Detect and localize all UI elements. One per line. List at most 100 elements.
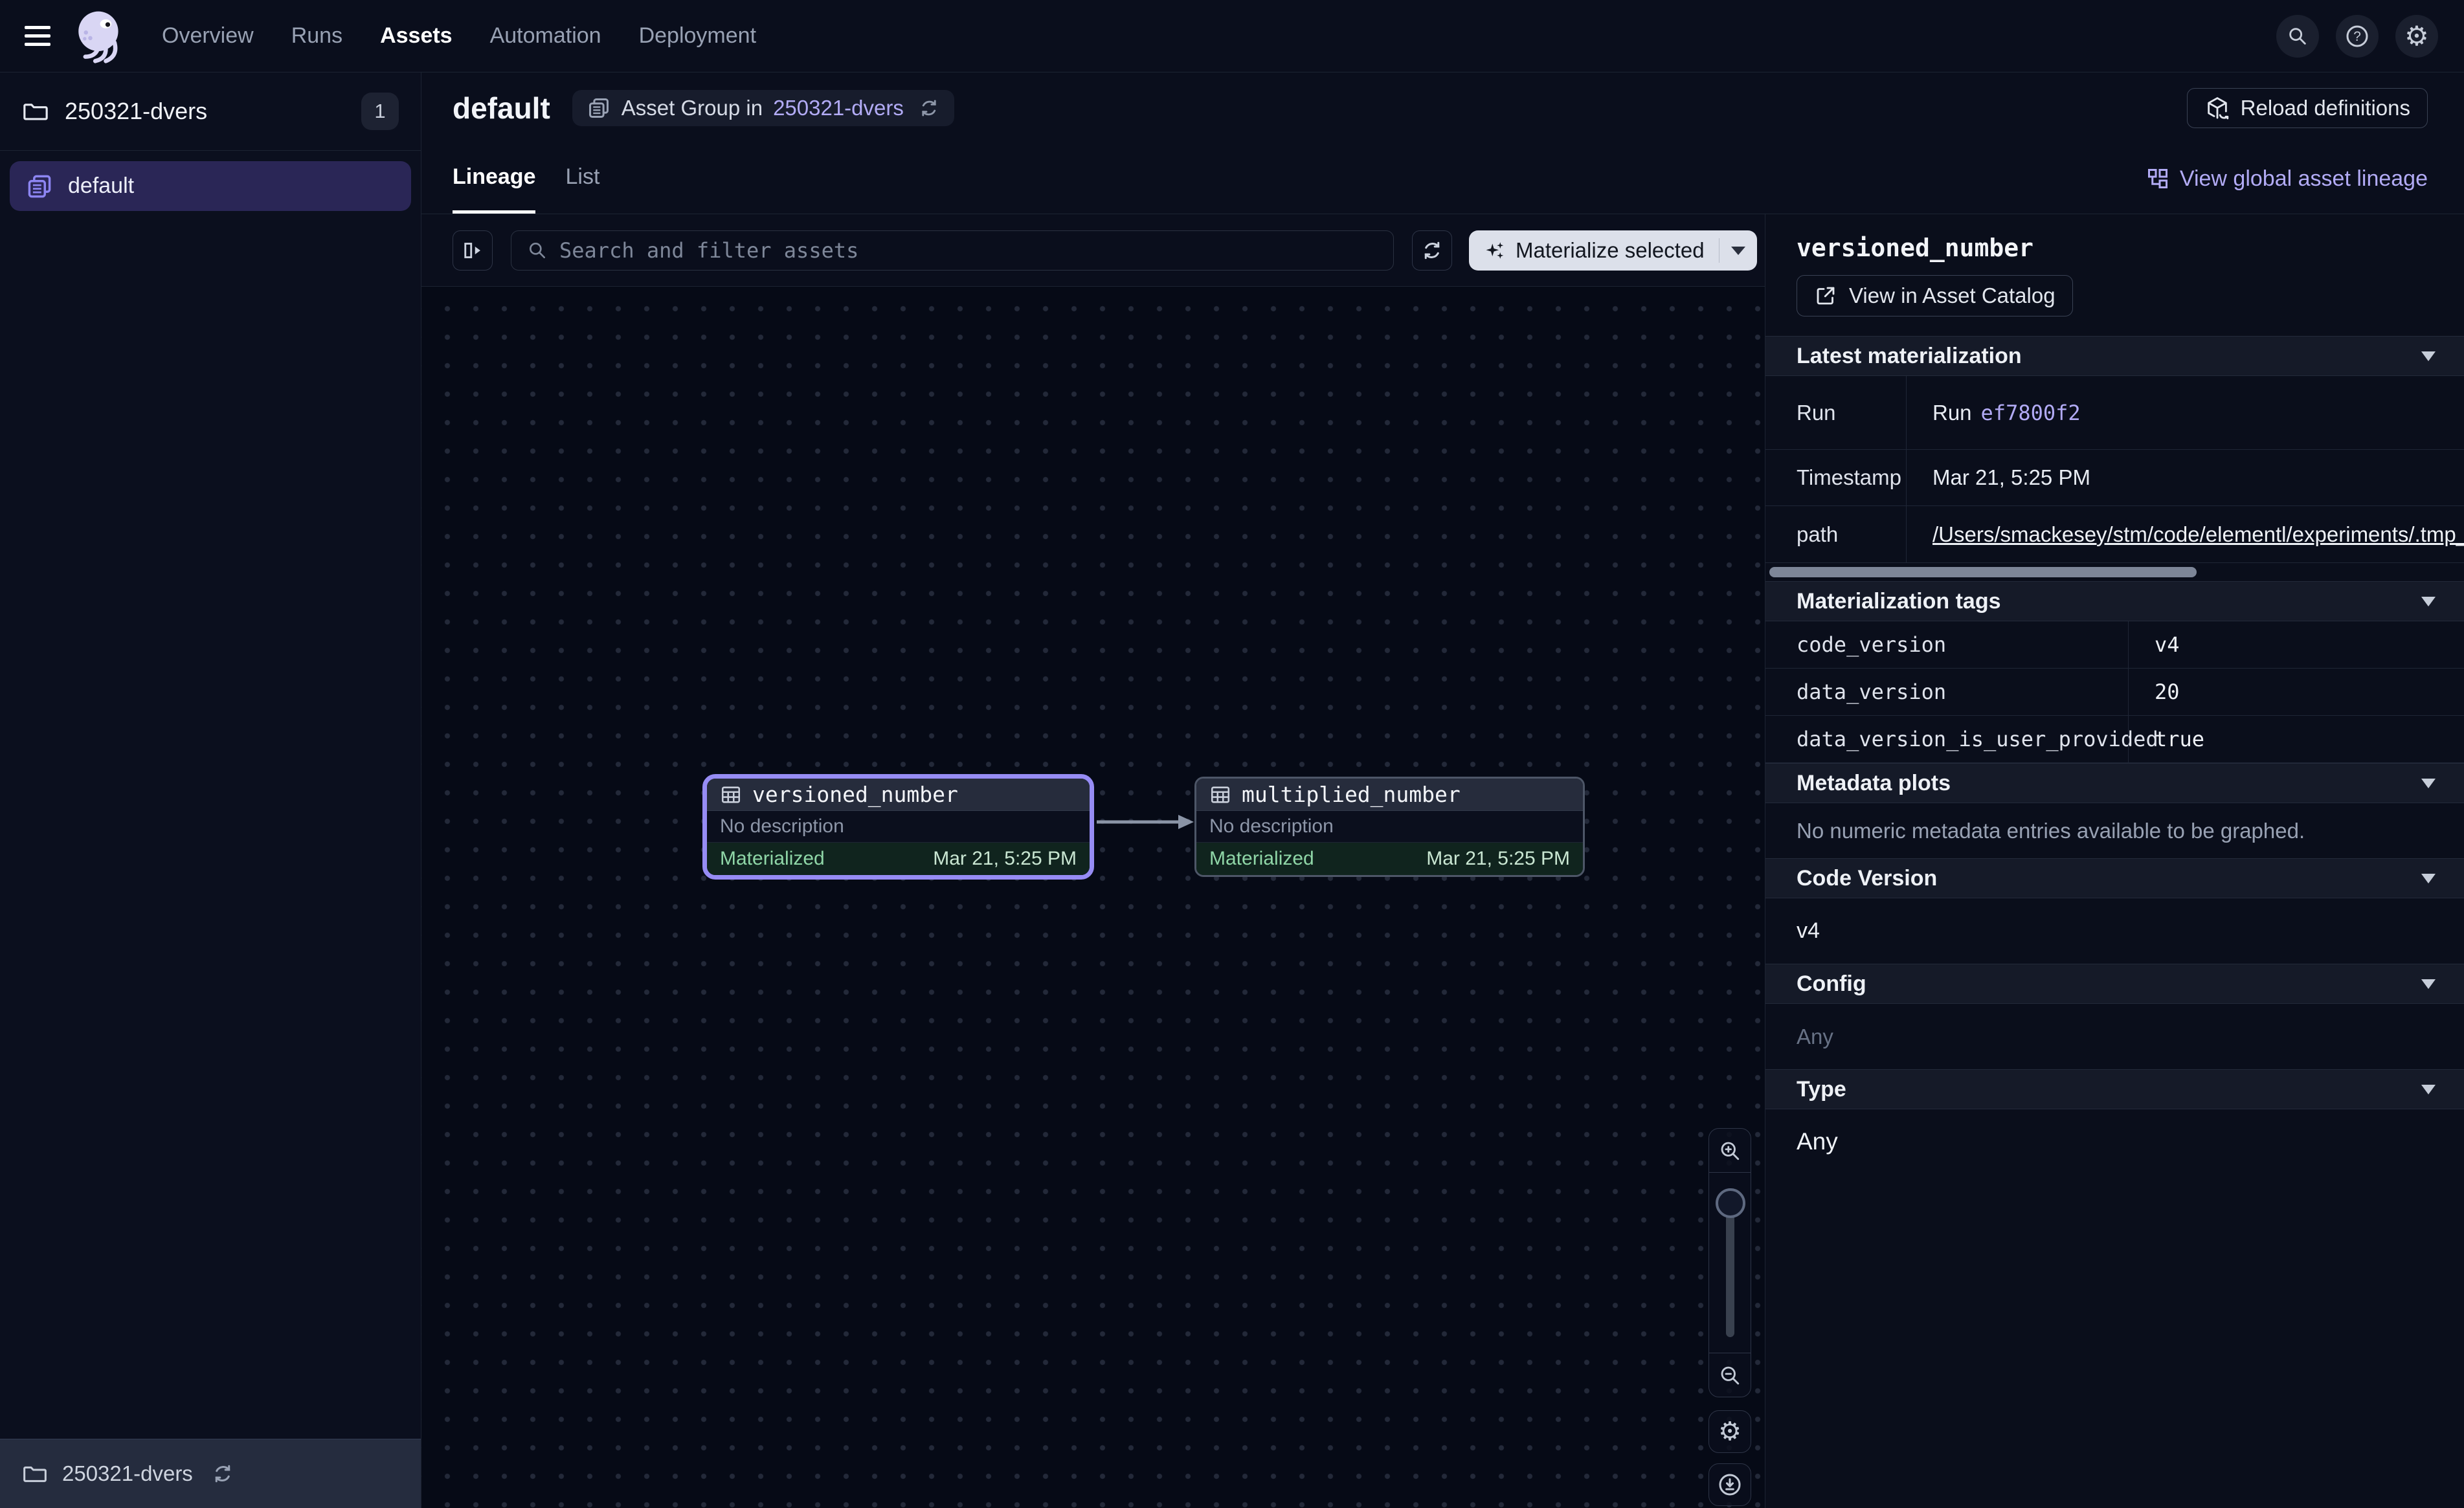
badge-group-link[interactable]: 250321-dvers [773,96,904,120]
hamburger-menu-icon[interactable] [25,21,50,51]
nav-item-runs[interactable]: Runs [291,23,342,49]
run-prefix: Run [1932,401,1972,425]
tag-key: data_version [1765,669,2128,715]
materialize-dropdown-button[interactable] [1719,230,1757,271]
refresh-icon [1420,239,1444,262]
asset-details-title: versioned_number [1797,234,2464,262]
zoom-out-button[interactable] [1709,1353,1751,1397]
materialized-timestamp: Mar 21, 5:25 PM [933,848,1077,870]
asset-group-icon [587,96,611,120]
table-icon [1209,784,1231,806]
tag-key: code_version [1765,621,2128,668]
materialize-main[interactable]: Materialize selected [1469,238,1719,263]
lineage-edge-arrow [1094,806,1198,838]
asset-group-badge: Asset Group in 250321-dvers [572,90,954,126]
section-config[interactable]: Config [1765,964,2464,1004]
sidebar-footer: 250321-dvers [0,1439,421,1508]
materialized-timestamp: Mar 21, 5:25 PM [1426,848,1570,870]
graph-settings-button[interactable]: ⚙ [1708,1410,1751,1453]
collapse-caret-icon[interactable] [2421,597,2436,606]
section-materialization-tags[interactable]: Materialization tags [1765,581,2464,621]
nav-item-overview[interactable]: Overview [162,23,254,49]
config-value: Any [1765,1004,2464,1069]
graph-zoom-controls: ⚙ [1708,1128,1751,1506]
view-global-asset-lineage-link[interactable]: View global asset lineage [2146,144,2428,214]
asset-node-versioned-number[interactable]: versioned_number No description Material… [702,774,1094,880]
nav-item-deployment[interactable]: Deployment [639,23,756,49]
materialize-selected-button[interactable]: Materialize selected [1469,230,1757,271]
materialized-status: Materialized [720,848,825,870]
nav-item-automation[interactable]: Automation [490,23,601,49]
tab-list[interactable]: List [565,144,599,214]
section-latest-materialization[interactable]: Latest materialization [1765,336,2464,376]
dagster-logo-icon[interactable] [67,5,127,67]
asset-details-panel: versioned_number View in Asset Catalog L… [1765,214,2464,1508]
scrollbar-thumb[interactable] [1769,567,2197,577]
tabs-row: Lineage List View global asset lineage [421,144,2464,214]
search-input[interactable] [559,238,1378,263]
table-row: path /Users/smackesey/stm/code/elementl/… [1765,506,2464,563]
sidebar-item-default[interactable]: default [10,161,411,211]
asset-node-name: multiplied_number [1242,782,1461,807]
help-icon: ? [2344,23,2370,49]
view-in-asset-catalog-button[interactable]: View in Asset Catalog [1797,275,2073,316]
row-label: Run [1765,376,1906,449]
table-row: Timestamp Mar 21, 5:25 PM [1765,450,2464,506]
expand-panel-button[interactable] [453,230,493,271]
row-value: /Users/smackesey/stm/code/elementl/exper… [1906,506,2464,562]
section-code-version[interactable]: Code Version [1765,858,2464,898]
zoom-in-button[interactable] [1709,1129,1751,1173]
collapse-caret-icon[interactable] [2421,351,2436,361]
chevron-down-icon [1731,247,1745,255]
table-row: data_version_is_user_provided true [1765,716,2464,763]
view-in-asset-catalog-label: View in Asset Catalog [1849,283,2055,308]
sidebar-item-label: default [68,173,134,199]
page-title: default [453,91,550,126]
external-link-icon [1814,284,1837,307]
asset-node-status-bar: Materialized Mar 21, 5:25 PM [707,843,1090,875]
reload-definitions-button[interactable]: Reload definitions [2187,88,2428,128]
refresh-icon[interactable] [918,97,940,119]
refresh-graph-button[interactable] [1412,230,1452,271]
section-metadata-plots[interactable]: Metadata plots [1765,763,2464,803]
path-link[interactable]: /Users/smackesey/stm/code/elementl/exper… [1932,522,2464,547]
section-title: Materialization tags [1797,589,2001,614]
collapse-caret-icon[interactable] [2421,979,2436,989]
table-icon [720,784,742,806]
section-title: Latest materialization [1797,344,2022,369]
collapse-caret-icon[interactable] [2421,874,2436,883]
sidebar-group-count-badge: 1 [361,93,399,130]
search-button[interactable] [2276,15,2319,58]
lineage-toolbar: Materialize selected [421,215,1765,287]
refresh-icon[interactable] [211,1462,234,1485]
panel-toggle-icon [461,239,484,262]
zoom-slider-knob[interactable] [1716,1188,1745,1218]
nav-item-assets[interactable]: Assets [380,23,453,49]
zoom-group [1708,1128,1751,1397]
metadata-plots-empty-message: No numeric metadata entries available to… [1765,803,2464,858]
asset-node-multiplied-number[interactable]: multiplied_number No description Materia… [1194,777,1585,877]
footer-repo-name: 250321-dvers [62,1461,193,1486]
badge-prefix: Asset Group in [622,96,763,120]
lineage-graph-canvas[interactable]: versioned_number No description Material… [421,287,1765,1508]
tab-lineage[interactable]: Lineage [453,144,535,214]
collapse-caret-icon[interactable] [2421,1085,2436,1094]
asset-node-name: versioned_number [752,782,958,807]
run-id-link[interactable]: ef7800f2 [1981,401,2081,425]
svg-text:?: ? [2353,29,2361,44]
table-row: code_version v4 [1765,621,2464,669]
section-type[interactable]: Type [1765,1069,2464,1109]
help-button[interactable]: ? [2336,15,2379,58]
materialized-status: Materialized [1209,848,1314,870]
settings-button[interactable]: ⚙ [2395,15,2438,58]
zoom-slider[interactable] [1709,1173,1751,1353]
collapse-caret-icon[interactable] [2421,779,2436,788]
sidebar-group-row[interactable]: 250321-dvers 1 [0,72,421,151]
section-title: Type [1797,1077,1846,1102]
row-value: Run ef7800f2 [1906,376,2464,449]
download-graph-button[interactable] [1708,1463,1751,1506]
folder-icon [22,98,49,125]
search-icon [2287,25,2309,47]
gear-icon: ⚙ [1718,1419,1742,1445]
table-row: data_version 20 [1765,669,2464,716]
